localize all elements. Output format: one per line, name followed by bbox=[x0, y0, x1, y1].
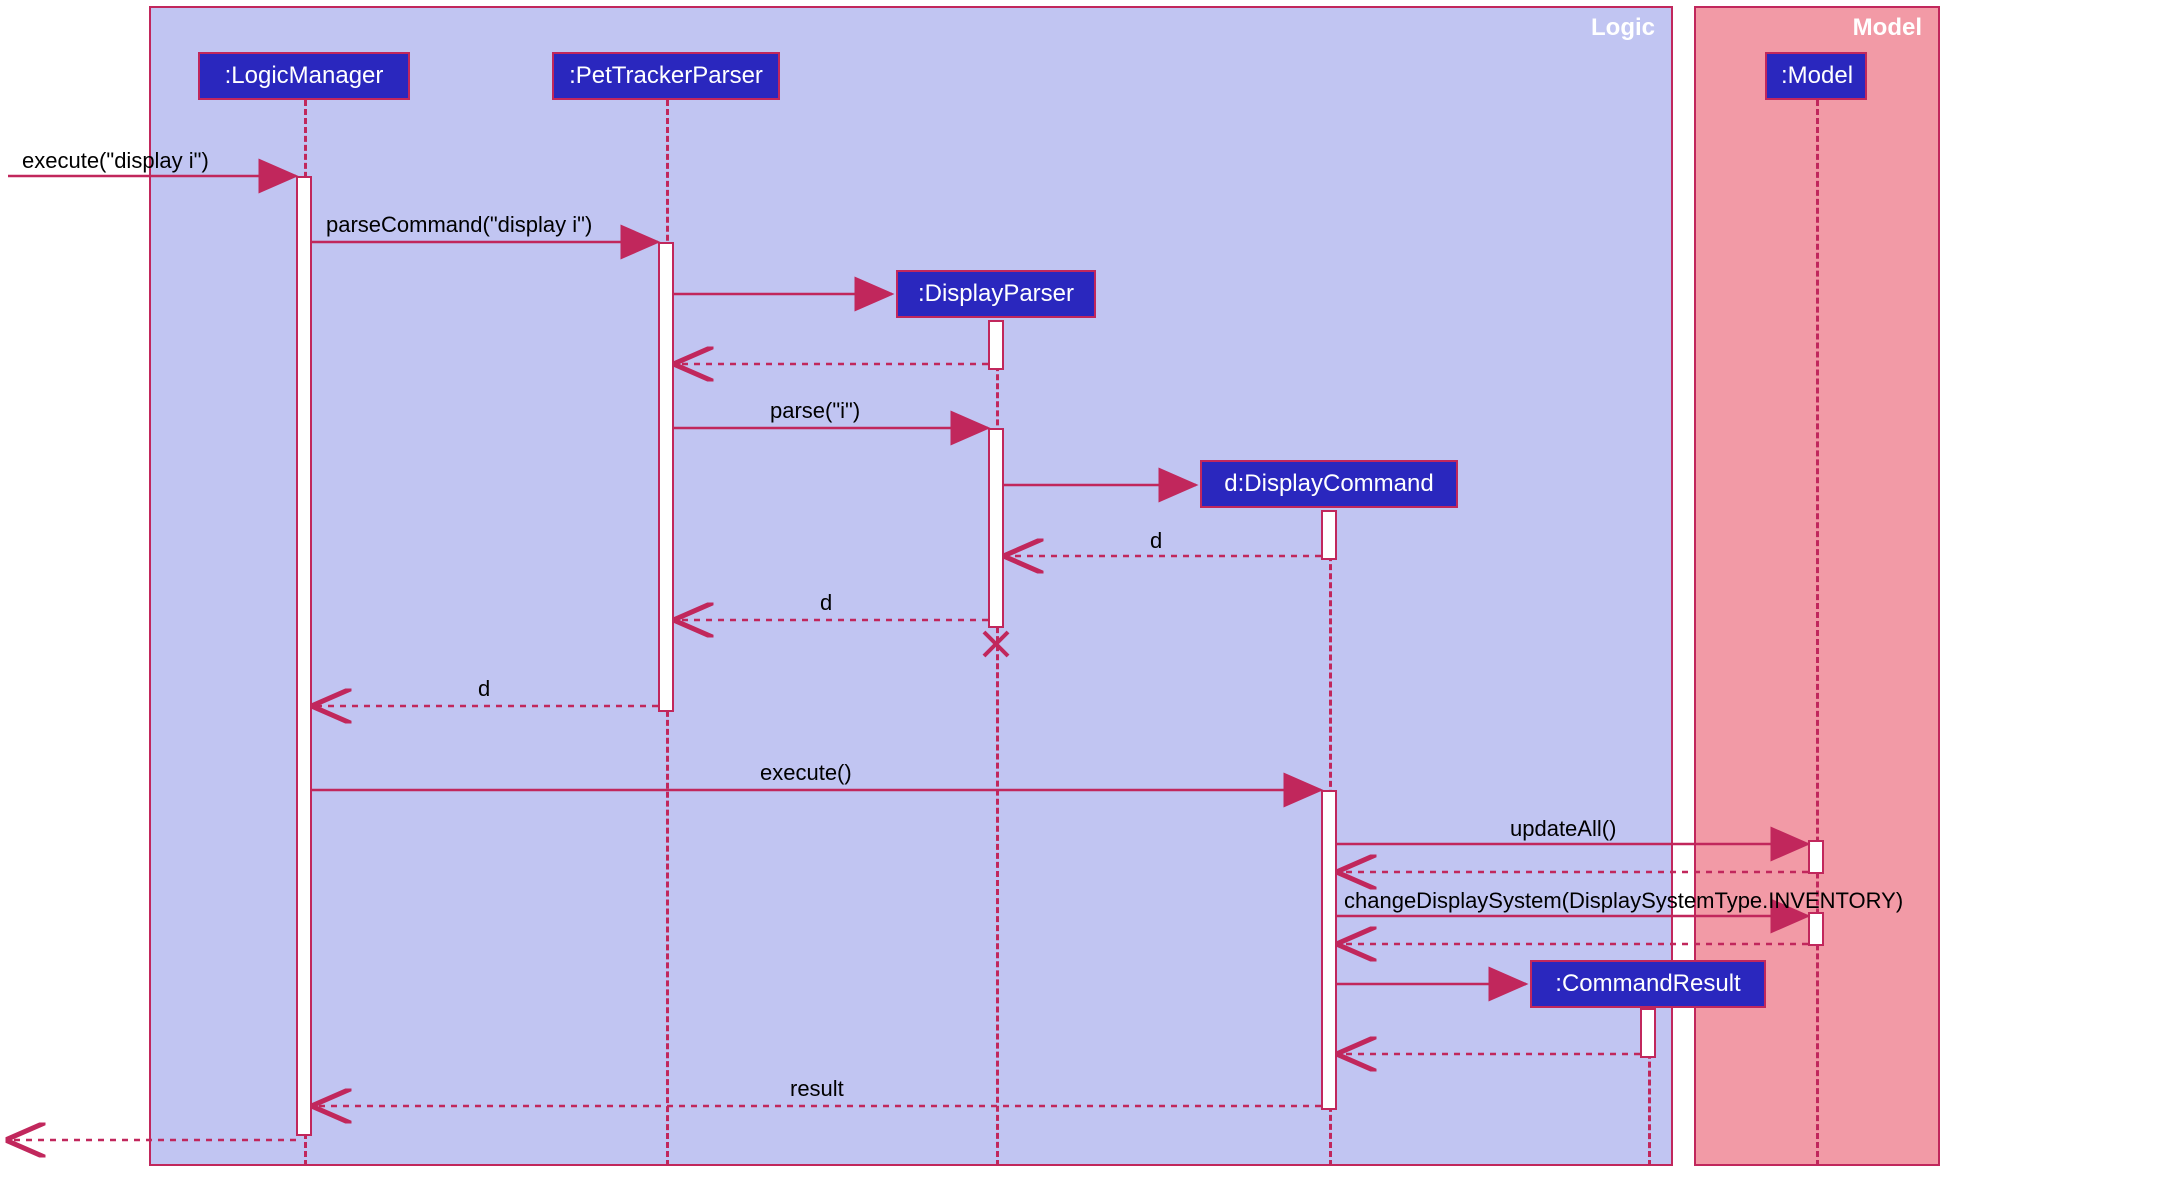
activation-model-1 bbox=[1808, 840, 1824, 874]
activation-displayparser-2 bbox=[988, 428, 1004, 628]
msg-parsecommand: parseCommand("display i") bbox=[326, 212, 592, 238]
msg-d-1: d bbox=[1150, 528, 1162, 554]
frame-title-model: Model bbox=[1853, 14, 1922, 42]
participant-displayparser: :DisplayParser bbox=[896, 270, 1096, 318]
msg-parse: parse("i") bbox=[770, 398, 860, 424]
msg-execute-in: execute("display i") bbox=[22, 148, 209, 174]
participant-pettrackerparser: :PetTrackerParser bbox=[552, 52, 780, 100]
msg-result: result bbox=[790, 1076, 844, 1102]
participant-model: :Model bbox=[1765, 52, 1867, 100]
activation-displaycommand-2 bbox=[1321, 790, 1337, 1110]
msg-updateall: updateAll() bbox=[1510, 816, 1616, 842]
destruction-displayparser bbox=[979, 627, 1013, 661]
participant-commandresult: :CommandResult bbox=[1530, 960, 1766, 1008]
activation-pettrackerparser bbox=[658, 242, 674, 712]
msg-d-3: d bbox=[478, 676, 490, 702]
msg-changedisplay: changeDisplaySystem(DisplaySystemType.IN… bbox=[1344, 888, 1903, 914]
frame-logic: Logic bbox=[149, 6, 1673, 1166]
lifeline-model bbox=[1816, 100, 1819, 1166]
activation-displaycommand-1 bbox=[1321, 510, 1337, 560]
msg-d-2: d bbox=[820, 590, 832, 616]
msg-execute: execute() bbox=[760, 760, 852, 786]
activation-logicmanager bbox=[296, 176, 312, 1136]
participant-logicmanager: :LogicManager bbox=[198, 52, 410, 100]
activation-model-2 bbox=[1808, 912, 1824, 946]
frame-title-logic: Logic bbox=[1591, 14, 1655, 42]
participant-displaycommand: d:DisplayCommand bbox=[1200, 460, 1458, 508]
activation-displayparser-1 bbox=[988, 320, 1004, 370]
activation-commandresult bbox=[1640, 1008, 1656, 1058]
